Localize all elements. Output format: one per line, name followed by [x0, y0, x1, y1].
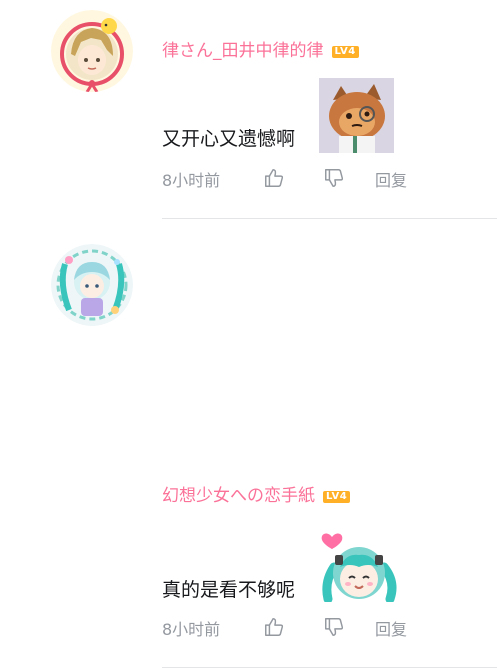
username-text[interactable]: 律さん_田井中律的律 [162, 41, 324, 61]
comment-item: 幻想少女への恋手紙 LV4 真的是看不够呢 8小时前 回复 [0, 220, 497, 668]
reply-button[interactable]: 回复 [375, 616, 407, 640]
username[interactable]: 幻想少女への恋手紙 LV4 [162, 481, 351, 506]
reply-button[interactable]: 回复 [375, 167, 407, 191]
comment-text: 真的是看不够呢 [162, 579, 296, 601]
avatar[interactable] [51, 10, 133, 92]
avatar[interactable] [51, 244, 133, 326]
sticker-image [318, 527, 400, 604]
divider [162, 218, 497, 219]
sticker-image [319, 78, 394, 153]
thumb-up-icon[interactable] [263, 616, 285, 642]
comment-item: 律さん_田井中律的律 LV4 又开心又遗憾啊 8小时前 回复 [0, 0, 497, 219]
level-badge: LV4 [323, 491, 351, 503]
username-text[interactable]: 幻想少女への恋手紙 [162, 486, 315, 506]
level-badge: LV4 [331, 46, 359, 58]
thumb-down-icon[interactable] [323, 167, 345, 193]
thumb-up-icon[interactable] [263, 167, 285, 193]
comment-time: 8小时前 [162, 171, 221, 190]
comment-time: 8小时前 [162, 620, 221, 639]
comment-text: 又开心又遗憾啊 [162, 128, 296, 150]
username[interactable]: 律さん_田井中律的律 LV4 [162, 36, 359, 61]
thumb-down-icon[interactable] [323, 616, 345, 642]
